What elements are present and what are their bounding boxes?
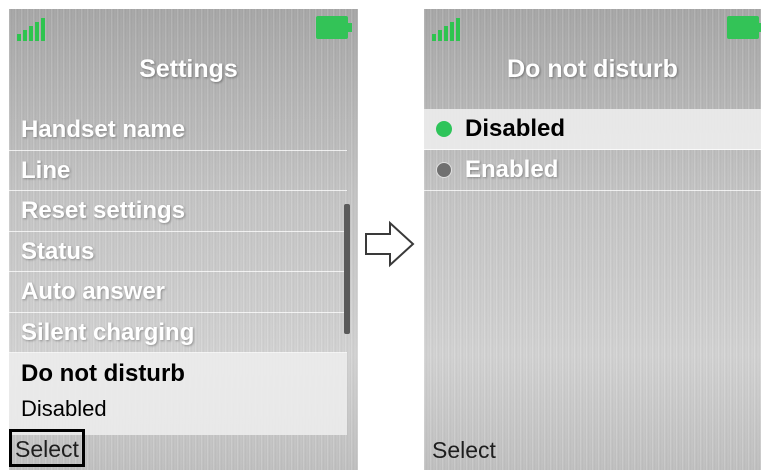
signal-strength-icon [432,17,464,41]
battery-full-icon [316,16,352,39]
option-label: Disabled [465,115,566,142]
menu-item-do-not-disturb[interactable]: Do not disturb Disabled [9,353,347,435]
menu-item-value: Disabled [21,396,107,421]
right-arrow-icon [365,220,415,268]
menu-item-label: Do not disturb [21,360,185,387]
dnd-option-list: Disabled Enabled [424,109,761,191]
signal-strength-icon [17,17,49,41]
option-label: Enabled [465,156,559,183]
battery-full-icon [727,16,761,39]
menu-item-auto-answer[interactable]: Auto answer [9,272,347,313]
menu-item-status[interactable]: Status [9,232,347,272]
menu-item-handset-name[interactable]: Handset name [9,110,347,151]
radio-unselected-icon [436,162,452,178]
menu-item-line[interactable]: Line [9,151,347,191]
page-title: Settings [139,55,238,83]
settings-menu-list: Handset name Line Reset settings Status … [9,110,347,435]
settings-screen: Settings Handset name Line Reset setting… [9,9,358,470]
option-disabled[interactable]: Disabled [424,109,761,150]
radio-selected-icon [436,121,452,137]
select-softkey-button[interactable]: Select [9,429,85,467]
menu-item-reset-settings[interactable]: Reset settings [9,191,347,232]
page-title: Do not disturb [507,55,678,83]
do-not-disturb-screen: Do not disturb Disabled Enabled Select [424,9,761,470]
select-softkey-button[interactable]: Select [432,437,496,464]
option-enabled[interactable]: Enabled [424,150,761,191]
menu-item-silent-charging[interactable]: Silent charging [9,313,347,353]
scrollbar[interactable] [344,204,350,334]
